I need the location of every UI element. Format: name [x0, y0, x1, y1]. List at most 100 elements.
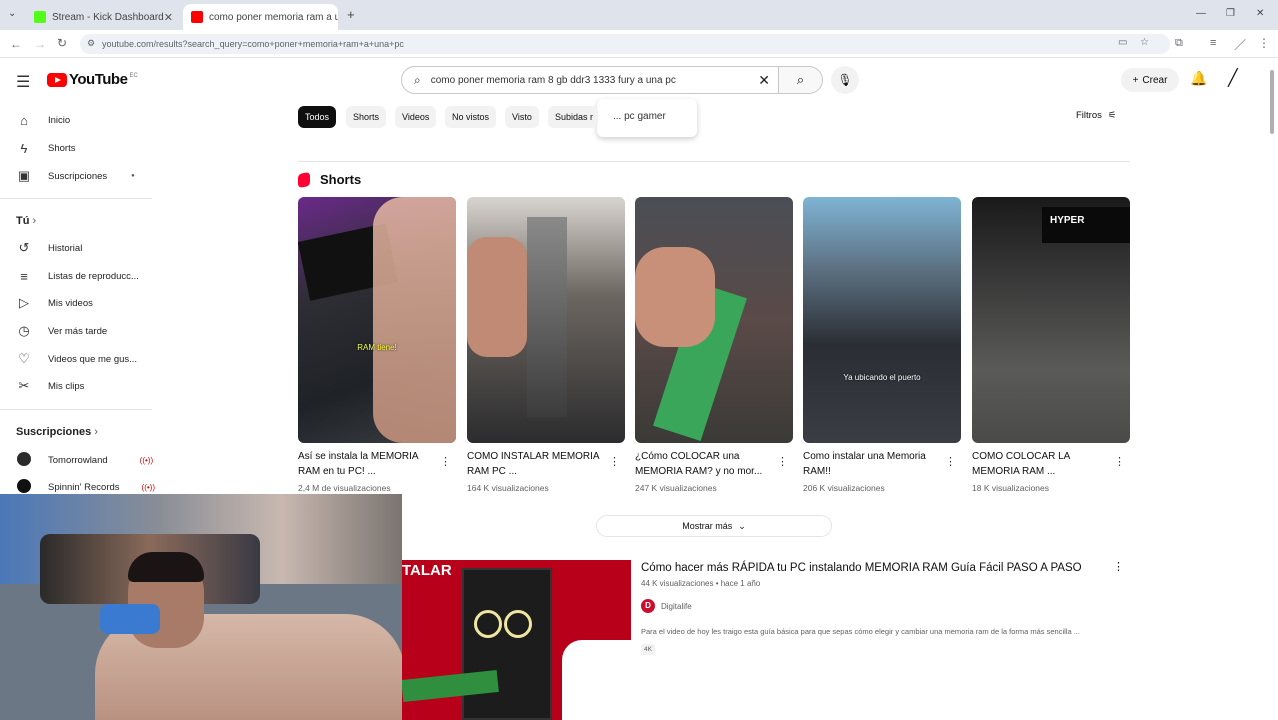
short-thumbnail[interactable]: HYPER — [972, 197, 1130, 443]
pen-annotation-icon[interactable]: ╱ — [1228, 68, 1238, 88]
show-more-button[interactable]: Mostrar más ⌄ — [596, 515, 832, 537]
search-button[interactable]: ⌕ — [779, 66, 823, 94]
more-actions-icon[interactable]: ⋮ — [609, 455, 620, 468]
chip-visto[interactable]: Visto — [505, 106, 539, 128]
chip-todos[interactable]: Todos — [298, 106, 337, 128]
close-window-button[interactable]: ✕ — [1256, 8, 1264, 19]
short-title[interactable]: Así se instala la MEMORIA RAM en tu PC! … — [298, 449, 434, 479]
sidebar-section-you[interactable]: Tú › — [16, 215, 36, 227]
more-actions-icon[interactable]: ⋮ — [440, 455, 451, 468]
browser-menu-icon[interactable]: ⋮ — [1258, 36, 1270, 50]
filters-button[interactable]: Filtros ⚟ — [1076, 110, 1116, 121]
url-text: youtube.com/results?search_query=como+po… — [102, 39, 404, 49]
sidebar-item-label: Inicio — [48, 114, 71, 126]
search-icon: ⌕ — [414, 72, 421, 87]
hamburger-menu-icon[interactable]: ☰ — [16, 72, 30, 92]
more-actions-icon[interactable]: ⋮ — [1113, 560, 1124, 573]
video-channel[interactable]: D Digitalife — [641, 599, 692, 613]
hyperx-label-image: HYPER — [1042, 207, 1130, 243]
notifications-bell-icon[interactable]: 🔔 — [1190, 70, 1207, 87]
chip-no-vistos[interactable]: No vistos — [445, 106, 497, 128]
more-actions-icon[interactable]: ⋮ — [945, 455, 956, 468]
channel-avatar-icon — [16, 451, 32, 469]
more-actions-icon[interactable]: ⋮ — [1114, 455, 1125, 468]
youtube-logo[interactable]: YouTube EC — [47, 71, 138, 88]
chip-label: Subidas r — [555, 112, 594, 122]
sidebar-item-mis-clips[interactable]: ✂ Mis clips — [16, 376, 85, 396]
chip-label: Visto — [512, 112, 532, 122]
url-bar[interactable]: ⚙ youtube.com/results?search_query=como+… — [80, 34, 1170, 54]
tab-list-icon[interactable]: ⌄ — [8, 8, 16, 19]
short-views: 247 K visualizaciones — [635, 483, 717, 493]
cast-icon[interactable]: ▭ — [1118, 37, 1127, 48]
short-thumbnail[interactable] — [467, 197, 625, 443]
sidebar-section-subscriptions[interactable]: Suscripciones › — [16, 426, 98, 438]
chevron-right-icon: › — [32, 215, 37, 227]
search-input[interactable]: ⌕ como poner memoria ram 8 gb ddr3 1333 … — [401, 66, 779, 94]
extensions-icon[interactable]: ⧉ — [1175, 37, 1183, 50]
thumbnail-text: TALAR — [402, 562, 452, 579]
new-tab-button[interactable]: + — [347, 7, 355, 22]
create-button[interactable]: + Crear — [1121, 68, 1179, 92]
shorts-logo-icon — [298, 171, 310, 188]
short-title[interactable]: Como instalar una Memoria RAM!! — [803, 449, 939, 479]
video-thumbnail[interactable]: TALAR — [402, 560, 631, 720]
hand-image — [467, 237, 527, 357]
logo-image — [562, 640, 631, 720]
short-title[interactable]: COMO COLOCAR LA MEMORIA RAM ... — [972, 449, 1108, 479]
short-views: 18 K visualizaciones — [972, 483, 1050, 493]
pen-icon[interactable]: ／ — [1234, 36, 1246, 53]
video-title[interactable]: Cómo hacer más RÁPIDA tu PC instalando M… — [641, 562, 1082, 574]
site-info-icon[interactable]: ⚙ — [87, 38, 95, 49]
short-title[interactable]: ¿Cómo COLOCAR una MEMORIA RAM? y no mor.… — [635, 449, 771, 479]
home-icon: ⌂ — [20, 112, 28, 128]
watch-later-icon: ◷ — [18, 323, 30, 338]
sidebar-item-suscripciones[interactable]: ▣ Suscripciones ● — [16, 166, 135, 186]
sidebar-item-label: Tomorrowland — [48, 454, 108, 466]
sidebar-item-historial[interactable]: ↺ Historial — [16, 238, 83, 258]
suggestion-text: ... pc gamer — [613, 111, 666, 122]
reload-icon[interactable]: ↻ — [57, 36, 67, 50]
chip-subidas[interactable]: Subidas r — [548, 106, 598, 128]
short-thumbnail[interactable]: Ya ubicando el puerto — [803, 197, 961, 443]
sidebar-item-listas[interactable]: ≡ Listas de reproducc... — [16, 266, 139, 286]
close-tab-icon[interactable]: ✕ — [164, 11, 173, 24]
tab-youtube-search[interactable]: como poner memoria ram a u... ✕ — [183, 4, 338, 30]
live-indicator-icon: ((•)) — [141, 482, 155, 492]
create-label: Crear — [1142, 74, 1168, 86]
chip-shorts[interactable]: Shorts — [346, 106, 387, 128]
short-views: 2,4 M de visualizaciones — [298, 483, 391, 493]
short-thumbnail[interactable]: RAM tiene! — [298, 197, 456, 443]
voice-search-button[interactable]: 🎙 — [831, 66, 859, 94]
sidebar-item-shorts[interactable]: ϟ Shorts — [16, 138, 76, 158]
live-indicator-icon: ((•)) — [139, 455, 154, 465]
ram-module-image — [527, 217, 567, 417]
sidebar-sub-tomorrowland[interactable]: Tomorrowland ((•)) — [16, 450, 153, 470]
page-scrollbar[interactable] — [1270, 70, 1274, 134]
chevron-down-icon: ⌄ — [738, 520, 746, 531]
tab-kick-dashboard[interactable]: Stream - Kick Dashboard ✕ — [26, 4, 181, 30]
minimize-button[interactable]: — — [1196, 8, 1206, 19]
short-thumbnail[interactable] — [635, 197, 793, 443]
more-actions-icon[interactable]: ⋮ — [777, 455, 788, 468]
media-icon[interactable]: ≡ — [1210, 37, 1216, 49]
sidebar-item-inicio[interactable]: ⌂ Inicio — [16, 110, 70, 130]
sidebar-item-label: Mis videos — [48, 297, 93, 309]
back-icon[interactable]: ← — [10, 37, 22, 51]
sidebar-item-ver-mas-tarde[interactable]: ◷ Ver más tarde — [16, 321, 107, 341]
search-suggestion[interactable]: ... pc gamer — [597, 99, 697, 137]
short-title[interactable]: COMO INSTALAR MEMORIA RAM PC ... — [467, 449, 603, 479]
clear-search-icon[interactable]: ✕ — [758, 72, 770, 89]
history-icon: ↺ — [18, 240, 30, 255]
sidebar-item-me-gusta[interactable]: ♡ Videos que me gus... — [16, 349, 137, 369]
chip-label: Shorts — [353, 112, 380, 122]
sidebar-item-mis-videos[interactable]: ▷ Mis videos — [16, 293, 93, 313]
webcam-overlay — [0, 494, 402, 720]
section-title: Suscripciones — [16, 426, 92, 438]
chip-videos[interactable]: Videos — [395, 106, 437, 128]
bookmark-star-icon[interactable]: ☆ — [1140, 37, 1149, 48]
sidebar-item-label: Shorts — [48, 142, 76, 154]
restore-button[interactable]: ❐ — [1226, 8, 1235, 19]
forward-icon[interactable]: → — [34, 37, 46, 51]
youtube-favicon-icon — [191, 11, 203, 23]
